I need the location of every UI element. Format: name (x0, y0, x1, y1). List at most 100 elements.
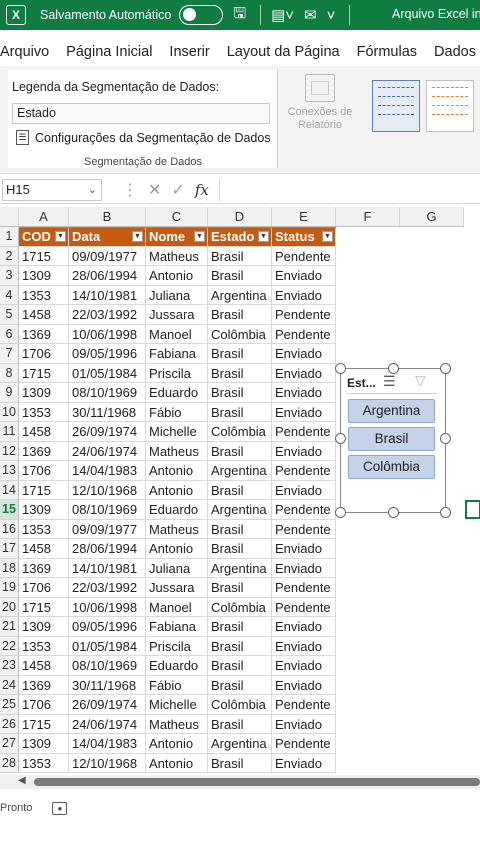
table-cell[interactable]: Michelle (146, 695, 208, 715)
table-cell[interactable]: Fábio (146, 402, 208, 422)
horizontal-scrollbar[interactable]: ◀ (0, 775, 480, 789)
row-header[interactable]: 28 (0, 753, 19, 773)
table-cell[interactable]: Argentina (208, 285, 272, 305)
filter-dropdown-icon[interactable]: ▼ (194, 231, 205, 242)
row-header[interactable]: 21 (0, 617, 19, 637)
table-cell[interactable]: Argentina (208, 461, 272, 481)
table-cell[interactable]: 1309 (19, 734, 69, 754)
resize-handle-s[interactable] (388, 507, 399, 518)
table-cell[interactable]: Fabiana (146, 344, 208, 364)
more-icon[interactable]: ˅ (327, 7, 336, 24)
more-options-icon[interactable]: ⋮ (122, 180, 138, 200)
table-cell[interactable]: Pendente (272, 246, 336, 266)
table-cell[interactable]: Matheus (146, 441, 208, 461)
row-header[interactable]: 24 (0, 675, 19, 695)
table-cell[interactable]: Pendente (272, 422, 336, 442)
table-cell[interactable]: 30/11/1968 (69, 402, 146, 422)
table-cell[interactable]: Jussara (146, 578, 208, 598)
table-cell[interactable]: Antonio (146, 734, 208, 754)
table-cell[interactable]: 14/04/1983 (69, 734, 146, 754)
table-cell[interactable]: 1353 (19, 753, 69, 773)
resize-handle-sw[interactable] (335, 507, 346, 518)
table-cell[interactable]: 1369 (19, 675, 69, 695)
table-cell[interactable]: Brasil (208, 539, 272, 559)
row-header[interactable]: 13 (0, 461, 19, 481)
table-cell[interactable]: Antonio (146, 753, 208, 773)
filter-dropdown-icon[interactable]: ▼ (258, 231, 269, 242)
row-header[interactable]: 4 (0, 285, 19, 305)
resize-handle-n[interactable] (388, 363, 399, 374)
multi-select-icon[interactable]: ☰ (383, 373, 396, 390)
table-cell[interactable]: Pendente (272, 597, 336, 617)
table-cell[interactable]: Brasil (208, 266, 272, 286)
slicer-item-argentina[interactable]: Argentina (348, 399, 435, 423)
row-header[interactable]: 26 (0, 714, 19, 734)
table-cell[interactable]: 1715 (19, 480, 69, 500)
table-cell[interactable]: Juliana (146, 558, 208, 578)
table-cell[interactable]: Enviado (272, 617, 336, 637)
table-cell[interactable]: Brasil (208, 519, 272, 539)
table-cell[interactable]: 09/09/1977 (69, 519, 146, 539)
table-cell[interactable]: 1458 (19, 305, 69, 325)
table-cell[interactable]: Enviado (272, 675, 336, 695)
column-header[interactable]: E (272, 207, 336, 227)
select-all-corner[interactable] (0, 207, 19, 227)
table-header-cell[interactable]: Status ▼ (272, 227, 336, 247)
slicer-item-colombia[interactable]: Colômbia (348, 455, 435, 479)
tab-dados[interactable]: Dados (434, 44, 476, 60)
table-cell[interactable]: Michelle (146, 422, 208, 442)
filter-dropdown-icon[interactable]: ▼ (322, 231, 333, 242)
table-cell[interactable]: Enviado (272, 714, 336, 734)
table-cell[interactable]: Antonio (146, 266, 208, 286)
table-cell[interactable]: 1353 (19, 285, 69, 305)
cancel-icon[interactable]: ✕ (148, 180, 161, 200)
row-header[interactable]: 1 (0, 227, 19, 247)
row-header[interactable]: 6 (0, 324, 19, 344)
tab-layout-da-pagina[interactable]: Layout da Página (227, 44, 340, 60)
table-cell[interactable]: 1458 (19, 656, 69, 676)
table-cell[interactable]: Enviado (272, 285, 336, 305)
table-cell[interactable]: 08/10/1969 (69, 500, 146, 520)
table-cell[interactable]: Enviado (272, 539, 336, 559)
filter-dropdown-icon[interactable]: ▼ (55, 231, 66, 242)
table-cell[interactable]: Brasil (208, 480, 272, 500)
table-cell[interactable]: Manoel (146, 324, 208, 344)
table-cell[interactable]: 14/10/1981 (69, 285, 146, 305)
scroll-left-icon[interactable]: ◀ (18, 775, 26, 786)
table-cell[interactable]: Pendente (272, 500, 336, 520)
slicer-item-brasil[interactable]: Brasil (348, 427, 435, 451)
table-cell[interactable]: Brasil (208, 383, 272, 403)
column-header[interactable]: A (19, 207, 69, 227)
table-cell[interactable]: Pendente (272, 461, 336, 481)
column-header[interactable]: D (208, 207, 272, 227)
row-header[interactable]: 10 (0, 402, 19, 422)
table-cell[interactable]: 1353 (19, 519, 69, 539)
row-header[interactable]: 19 (0, 578, 19, 598)
resize-handle-se[interactable] (440, 507, 451, 518)
table-cell[interactable]: Argentina (208, 734, 272, 754)
table-cell[interactable]: Colômbia (208, 324, 272, 344)
column-header[interactable]: C (146, 207, 208, 227)
table-cell[interactable]: Matheus (146, 246, 208, 266)
row-header[interactable]: 5 (0, 305, 19, 325)
table-cell[interactable]: Matheus (146, 714, 208, 734)
table-cell[interactable]: 1309 (19, 617, 69, 637)
table-cell[interactable]: Enviado (272, 558, 336, 578)
table-cell[interactable]: Enviado (272, 480, 336, 500)
table-cell[interactable]: 22/03/1992 (69, 578, 146, 598)
table-cell[interactable]: 01/05/1984 (69, 363, 146, 383)
scrollbar-thumb[interactable] (34, 778, 480, 786)
table-cell[interactable]: 26/09/1974 (69, 422, 146, 442)
table-cell[interactable]: Enviado (272, 656, 336, 676)
table-cell[interactable]: 14/04/1983 (69, 461, 146, 481)
name-box[interactable]: H15 ⌄ (2, 178, 102, 201)
resize-handle-ne[interactable] (440, 363, 451, 374)
table-cell[interactable]: 09/05/1996 (69, 617, 146, 637)
table-cell[interactable]: 1706 (19, 695, 69, 715)
row-header[interactable]: 18 (0, 558, 19, 578)
resize-handle-w[interactable] (335, 433, 346, 444)
table-cell[interactable]: Brasil (208, 656, 272, 676)
tab-formulas[interactable]: Fórmulas (357, 44, 417, 60)
tab-pagina-inicial[interactable]: Página Inicial (66, 44, 152, 60)
table-cell[interactable]: Eduardo (146, 383, 208, 403)
